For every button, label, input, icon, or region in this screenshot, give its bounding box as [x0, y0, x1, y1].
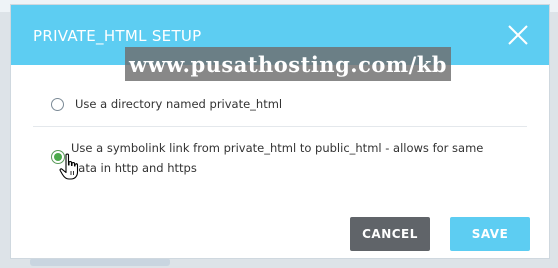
- option-symlink[interactable]: Use a symbolink link from private_html t…: [11, 131, 549, 191]
- save-button[interactable]: SAVE: [450, 217, 530, 251]
- option-divider: [33, 126, 527, 127]
- backdrop-element: [30, 258, 170, 266]
- hand-cursor-icon: [59, 153, 79, 180]
- dialog-title: PRIVATE_HTML SETUP: [33, 27, 202, 45]
- private-html-setup-dialog: PRIVATE_HTML SETUP www.pusathosting.com/…: [11, 5, 549, 258]
- cancel-button[interactable]: CANCEL: [350, 217, 430, 251]
- close-icon[interactable]: [507, 24, 529, 46]
- option-directory-label: Use a directory named private_html: [75, 97, 283, 111]
- option-directory[interactable]: Use a directory named private_html: [11, 87, 549, 127]
- option-symlink-label: Use a symbolink link from private_html t…: [71, 141, 484, 175]
- watermark-banner: www.pusathosting.com/kb: [125, 47, 451, 81]
- radio-directory[interactable]: [51, 98, 64, 111]
